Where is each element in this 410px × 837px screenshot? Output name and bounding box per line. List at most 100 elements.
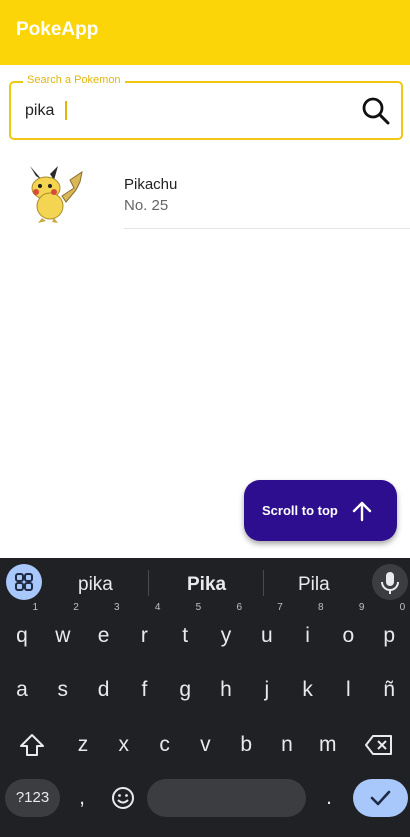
key-label: u <box>260 624 273 647</box>
key-a[interactable]: a <box>2 666 42 714</box>
key-u[interactable]: u7 <box>247 602 287 660</box>
key-m[interactable]: m <box>308 721 348 769</box>
key-label: k <box>302 678 313 701</box>
voice-input-button[interactable] <box>372 564 408 600</box>
key-hint: 3 <box>114 602 120 613</box>
key-e[interactable]: e3 <box>84 602 124 660</box>
arrow-up-icon <box>352 501 372 522</box>
key-hint: 6 <box>236 602 242 613</box>
key-label: j <box>264 678 270 701</box>
pokemon-number: No. 25 <box>124 197 169 214</box>
suggestion-3[interactable]: Pila <box>298 574 330 596</box>
key-hint: 2 <box>73 602 79 613</box>
symbols-key-label: ?123 <box>15 789 50 806</box>
search-label: Search a Pokemon <box>23 74 125 86</box>
text-cursor <box>65 101 67 120</box>
key-t[interactable]: t5 <box>165 602 205 660</box>
checkmark-icon <box>370 790 391 806</box>
keyboard: pika Pika Pila q1w2e3r4t5y6u7i8o9p0 asdf… <box>0 558 410 837</box>
suggestion-divider <box>148 570 149 596</box>
key-hint: 4 <box>154 602 161 613</box>
key-f[interactable]: f <box>124 666 164 714</box>
key-label: v <box>200 733 211 756</box>
key-p[interactable]: p0 <box>369 602 409 660</box>
key-g[interactable]: g <box>165 666 205 714</box>
key-label: b <box>240 733 253 756</box>
key-l[interactable]: l <box>328 666 368 714</box>
emoji-icon <box>112 787 134 809</box>
key-j[interactable]: j <box>247 666 287 714</box>
emoji-key[interactable] <box>103 774 143 822</box>
key-y[interactable]: y6 <box>206 602 246 660</box>
space-bar[interactable] <box>147 779 306 817</box>
key-label: n <box>281 733 293 756</box>
key-label: s <box>57 678 69 701</box>
key-o[interactable]: o9 <box>328 602 368 660</box>
key-n[interactable]: n <box>267 721 307 769</box>
backspace-key[interactable] <box>359 721 399 769</box>
pokemon-name: Pikachu <box>124 176 178 193</box>
symbols-key[interactable]: ?123 <box>5 779 60 817</box>
search-icon[interactable] <box>361 96 391 126</box>
key-r[interactable]: r4 <box>124 602 164 660</box>
apps-grid-icon <box>15 573 33 591</box>
key-w[interactable]: w2 <box>43 602 83 660</box>
key-v[interactable]: v <box>185 721 225 769</box>
suggestion-2[interactable]: Pika <box>187 574 226 596</box>
key-q[interactable]: q1 <box>2 602 42 660</box>
shift-icon <box>20 734 44 756</box>
key-label: ñ <box>383 678 396 701</box>
key-label: o <box>342 624 355 647</box>
key-label: e <box>97 624 110 647</box>
microphone-icon <box>381 572 399 594</box>
key-label: m <box>319 733 337 756</box>
key-hint: 5 <box>195 602 202 613</box>
key-label: t <box>182 624 189 647</box>
key-k[interactable]: k <box>288 666 328 714</box>
key-z[interactable]: z <box>63 721 103 769</box>
key-i[interactable]: i8 <box>288 602 328 660</box>
key-h[interactable]: h <box>206 666 246 714</box>
key-hint: 1 <box>32 602 38 613</box>
key-hint: 7 <box>277 602 283 613</box>
search-input[interactable] <box>25 99 325 123</box>
comma-key[interactable]: , <box>62 774 102 822</box>
keyboard-menu-button[interactable] <box>6 564 42 600</box>
search-field[interactable]: Search a Pokemon <box>9 74 403 140</box>
list-item[interactable]: Pikachu No. 25 <box>0 160 410 230</box>
key-label: r <box>140 624 148 647</box>
suggestion-1[interactable]: pika <box>78 574 113 596</box>
suggestion-divider <box>263 570 264 596</box>
key-c[interactable]: c <box>145 721 185 769</box>
key-label: w <box>55 624 71 647</box>
shift-key[interactable] <box>12 721 52 769</box>
key-ñ[interactable]: ñ <box>369 666 409 714</box>
key-label: q <box>16 624 28 647</box>
key-label: x <box>118 733 130 756</box>
key-d[interactable]: d <box>84 666 124 714</box>
key-label: p <box>383 624 396 647</box>
pikachu-sprite <box>30 166 83 223</box>
key-label: f <box>141 678 148 701</box>
key-s[interactable]: s <box>43 666 83 714</box>
key-label: l <box>346 678 351 701</box>
key-hint: 8 <box>318 602 324 613</box>
key-label: d <box>97 678 110 701</box>
key-label: z <box>77 733 89 756</box>
key-label: c <box>159 733 170 756</box>
key-x[interactable]: x <box>104 721 144 769</box>
key-label: h <box>220 678 232 701</box>
key-label: i <box>305 624 310 647</box>
key-hint: 9 <box>358 602 365 613</box>
key-label: a <box>16 678 28 701</box>
key-label: g <box>179 678 192 701</box>
period-key[interactable]: . <box>309 774 349 822</box>
scroll-to-top-button[interactable]: Scroll to top <box>244 480 397 541</box>
enter-key[interactable] <box>353 779 408 817</box>
key-hint: 0 <box>399 602 406 613</box>
key-b[interactable]: b <box>226 721 266 769</box>
key-label: y <box>220 624 232 647</box>
scroll-to-top-label: Scroll to top <box>262 503 338 518</box>
app-bar: PokeApp <box>0 0 410 65</box>
divider <box>124 228 410 229</box>
